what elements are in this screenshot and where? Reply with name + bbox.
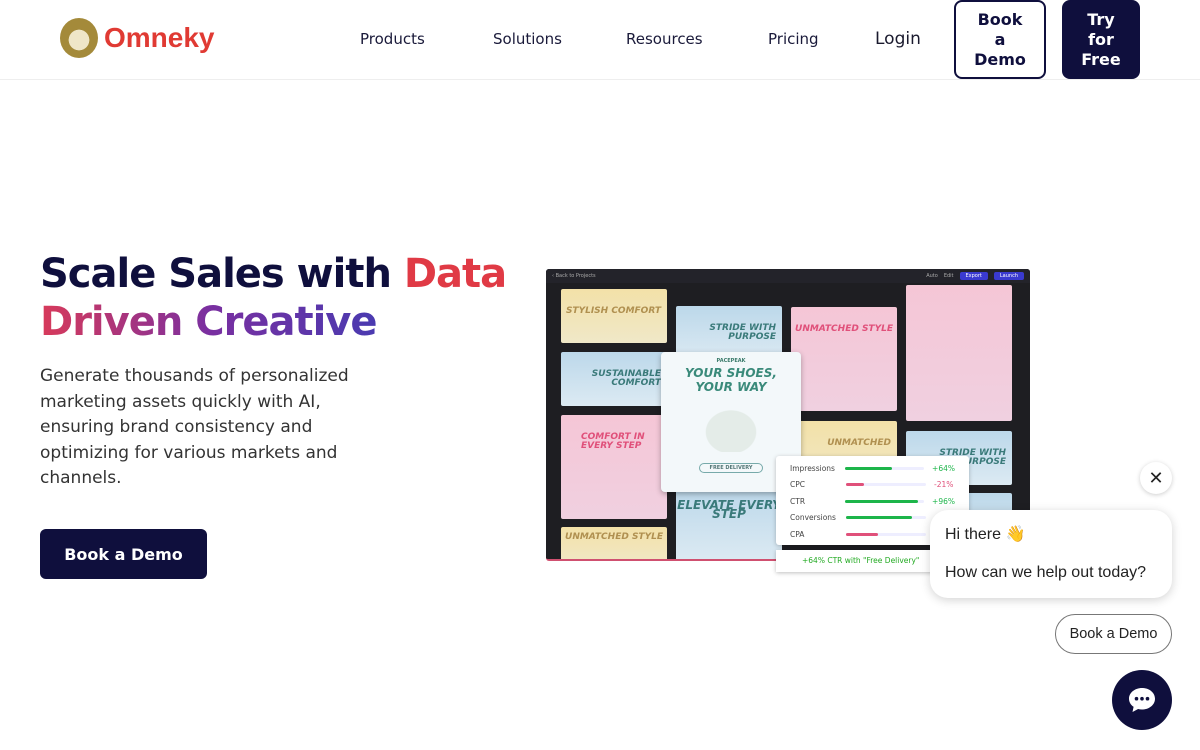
preview-toolbar: ‹ Back to Projects Auto Edit Export Laun… — [546, 269, 1030, 283]
ad-tile: COMFORT IN EVERY STEP — [561, 415, 667, 519]
chat-launcher-button[interactable] — [1112, 670, 1172, 730]
title-highlight: Data — [403, 251, 507, 297]
metric-label: CPA — [790, 529, 805, 539]
metric-bar — [846, 532, 926, 536]
metric-label: Conversions — [790, 513, 836, 523]
metric-row: CTR +96% — [790, 493, 955, 510]
launch-button: Launch — [993, 272, 1024, 280]
auto-select: Auto — [926, 273, 938, 279]
logo[interactable]: Omneky — [60, 18, 215, 58]
title-gradient: Driven Creative — [40, 299, 377, 345]
metric-label: Impressions — [790, 463, 835, 473]
ad-tile: STYLISH COMFORT — [561, 289, 667, 343]
metric-fill — [846, 532, 878, 536]
ad-headline: YOUR SHOES, YOUR WAY — [685, 366, 777, 394]
ad-tile — [906, 285, 1012, 421]
metric-fill — [846, 483, 865, 487]
chat-icon — [1129, 688, 1155, 712]
ctr-callout: +64% CTR with "Free Delivery" — [776, 550, 936, 572]
hero-title: Scale Sales with Data Driven Creative — [40, 250, 510, 346]
ad-tile: UNMATCHED STYLE — [791, 307, 897, 411]
edit-button: Edit — [943, 273, 954, 279]
ad-tile: SUSTAINABLE COMFORT — [561, 352, 667, 406]
title-part: Scale Sales with — [40, 251, 404, 297]
metric-bar — [846, 516, 926, 520]
ad-tile: ELEVATE EVERY STEP — [676, 489, 782, 559]
metric-value: +96% — [932, 496, 955, 506]
chat-book-demo-button[interactable]: Book a Demo — [1055, 614, 1172, 654]
metric-bar — [846, 483, 926, 487]
metric-fill — [845, 466, 893, 470]
shoe-image — [696, 402, 766, 452]
try-free-button[interactable]: Try for Free — [1062, 0, 1140, 79]
metric-fill — [846, 516, 912, 520]
back-link: ‹ Back to Projects — [552, 273, 596, 279]
chat-bubble: Hi there 👋 How can we help out today? — [930, 510, 1172, 598]
metric-bar — [845, 466, 925, 470]
chat-close-button[interactable]: ✕ — [1140, 462, 1172, 494]
chat-question: How can we help out today? — [945, 564, 1147, 581]
metric-fill — [845, 499, 918, 503]
hero-subtitle: Generate thousands of personalized marke… — [40, 366, 349, 488]
ad-tile: UNMATCHED STYLE — [561, 527, 667, 559]
metric-bar — [845, 499, 925, 503]
metric-row: Impressions +64% — [790, 460, 955, 477]
logo-text: Omneky — [104, 22, 215, 53]
chat-greeting: Hi there 👋 — [945, 526, 1026, 543]
ad-pill: FREE DELIVERY — [698, 463, 764, 473]
nav-solutions[interactable]: Solutions — [493, 30, 562, 48]
monkey-logo-icon — [60, 18, 98, 58]
login-link[interactable]: Login — [875, 29, 921, 49]
metric-value: -21% — [934, 480, 954, 490]
export-button: Export — [959, 272, 988, 280]
metric-row: CPC -21% — [790, 477, 955, 494]
metric-value: +64% — [932, 463, 955, 473]
metric-label: CPC — [790, 480, 805, 490]
top-nav: Omneky Products Solutions Resources Pric… — [0, 0, 1200, 80]
nav-products[interactable]: Products — [360, 30, 425, 48]
metric-label: CTR — [790, 496, 806, 506]
nav-pricing[interactable]: Pricing — [768, 30, 819, 48]
hero-book-demo-button[interactable]: Book a Demo — [40, 529, 207, 579]
nav-resources[interactable]: Resources — [626, 30, 703, 48]
book-demo-button[interactable]: Book a Demo — [954, 0, 1046, 79]
